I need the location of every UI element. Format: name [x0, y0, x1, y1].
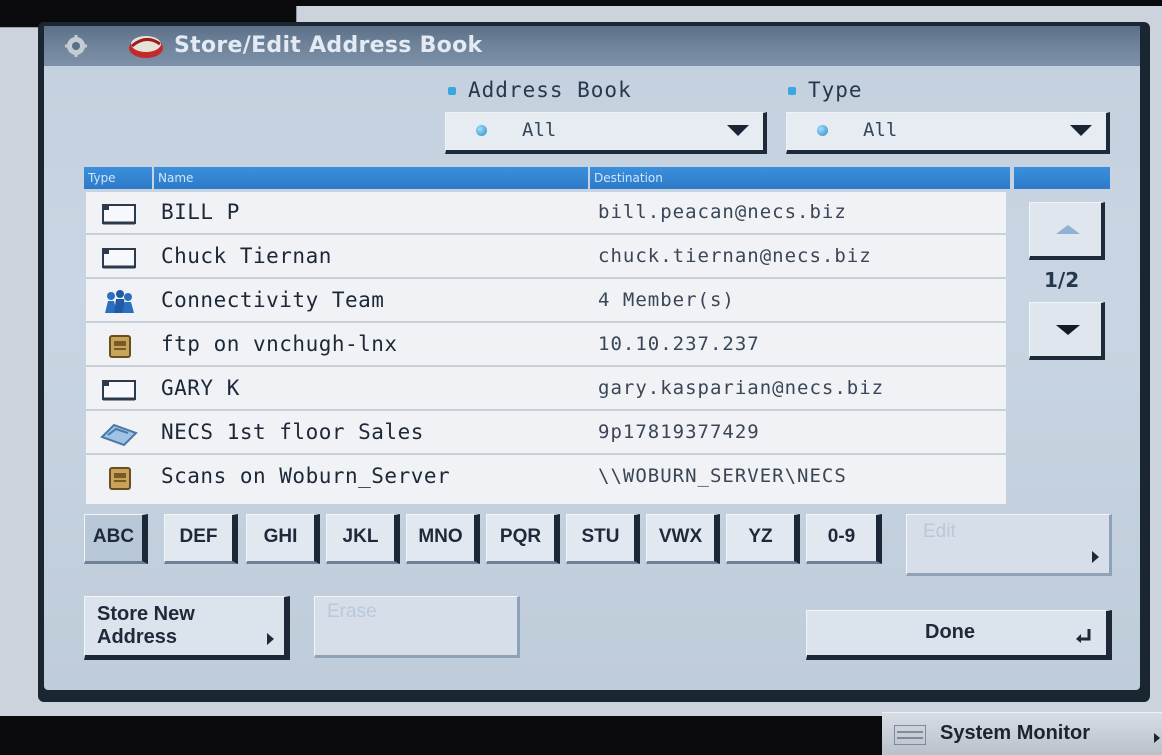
entry-destination: bill.peacan@necs.biz [598, 201, 847, 223]
page-indicator: 1/2 [1044, 268, 1080, 292]
erase-button[interactable]: Erase [314, 596, 520, 658]
file-server-icon [109, 467, 131, 490]
tab-pqr[interactable]: PQR [486, 514, 560, 564]
tab-abc[interactable]: ABC [84, 514, 148, 564]
enter-icon [1076, 629, 1091, 643]
email-icon [102, 380, 136, 401]
column-header-destination[interactable]: Destination [590, 167, 1010, 189]
label-bullet-icon [448, 87, 456, 95]
type-dropdown[interactable]: All [786, 112, 1110, 154]
entry-destination: 4 Member(s) [598, 289, 735, 311]
tab-stu[interactable]: STU [566, 514, 640, 564]
fax-icon [100, 423, 138, 447]
entry-destination: \\WOBURN_SERVER\NECS [598, 465, 847, 487]
tab-0-9[interactable]: 0-9 [806, 514, 882, 564]
tab-vwx[interactable]: VWX [646, 514, 720, 564]
system-monitor-button[interactable]: System Monitor [882, 712, 1162, 755]
type-label: Type [788, 78, 863, 102]
list-item[interactable]: Scans on Woburn_Server \\WOBURN_SERVER\N… [86, 456, 1006, 499]
list-item[interactable]: Chuck Tiernan chuck.tiernan@necs.biz [86, 236, 1006, 279]
entry-destination: 10.10.237.237 [598, 333, 760, 355]
entry-destination: chuck.tiernan@necs.biz [598, 245, 872, 267]
settings-icon [65, 35, 87, 57]
tab-mno[interactable]: MNO [406, 514, 480, 564]
entry-name: NECS 1st floor Sales [161, 420, 424, 444]
email-icon [102, 204, 136, 225]
column-header-type[interactable]: Type [84, 167, 152, 189]
scroll-down-button[interactable] [1029, 302, 1105, 360]
label-bullet-icon [788, 87, 796, 95]
entry-name: GARY K [161, 376, 240, 400]
tab-jkl[interactable]: JKL [326, 514, 400, 564]
list-item[interactable]: BILL P bill.peacan@necs.biz [86, 192, 1006, 235]
store-new-label-line2: Address [97, 626, 178, 648]
entry-name: Connectivity Team [161, 288, 385, 312]
store-new-address-button[interactable]: Store New Address [84, 596, 290, 660]
radio-dot-icon [817, 125, 828, 136]
window-title: Store/Edit Address Book [174, 33, 483, 58]
tab-ghi[interactable]: GHI [246, 514, 320, 564]
tab-def[interactable]: DEF [164, 514, 238, 564]
file-server-icon [109, 335, 131, 358]
column-header-spacer [1014, 167, 1110, 189]
list-item[interactable]: Connectivity Team 4 Member(s) [86, 280, 1006, 323]
group-icon [105, 290, 134, 313]
entry-name: Scans on Woburn_Server [161, 464, 451, 488]
arrow-up-icon [1056, 225, 1080, 234]
edit-label: Edit [923, 521, 956, 542]
address-book-icon [129, 36, 163, 58]
type-value: All [863, 119, 898, 141]
corner-arrow-icon [1092, 551, 1099, 563]
entry-name: Chuck Tiernan [161, 244, 332, 268]
email-icon [102, 248, 136, 269]
title-bar: Store/Edit Address Book [44, 26, 1140, 66]
edit-button[interactable]: Edit [906, 514, 1112, 576]
system-monitor-label: System Monitor [940, 722, 1091, 744]
entry-name: BILL P [161, 200, 240, 224]
address-book-label: Address Book [448, 78, 632, 102]
column-header-name[interactable]: Name [154, 167, 588, 189]
scroll-up-button[interactable] [1029, 202, 1105, 260]
address-list: BILL P bill.peacan@necs.biz Chuck Tierna… [86, 192, 1006, 504]
address-book-panel: Store/Edit Address Book Address Book Typ… [44, 26, 1140, 690]
chevron-down-icon [1070, 125, 1092, 136]
entry-destination: 9p17819377429 [598, 421, 760, 443]
list-item[interactable]: NECS 1st floor Sales 9p17819377429 [86, 412, 1006, 455]
tab-yz[interactable]: YZ [726, 514, 800, 564]
list-item[interactable]: ftp on vnchugh-lnx 10.10.237.237 [86, 324, 1006, 367]
corner-arrow-icon [1154, 733, 1160, 743]
chevron-down-icon [727, 125, 749, 136]
done-label: Done [925, 621, 975, 643]
list-item[interactable]: GARY K gary.kasparian@necs.biz [86, 368, 1006, 411]
erase-label: Erase [327, 601, 377, 622]
corner-arrow-icon [267, 633, 274, 645]
arrow-down-icon [1056, 325, 1080, 335]
radio-dot-icon [476, 125, 487, 136]
system-monitor-icon [894, 725, 926, 745]
address-book-value: All [522, 119, 557, 141]
done-button[interactable]: Done [806, 610, 1112, 660]
entry-destination: gary.kasparian@necs.biz [598, 377, 885, 399]
entry-name: ftp on vnchugh-lnx [161, 332, 398, 356]
address-book-dropdown[interactable]: All [445, 112, 767, 154]
store-new-label-line1: Store New [97, 603, 195, 625]
